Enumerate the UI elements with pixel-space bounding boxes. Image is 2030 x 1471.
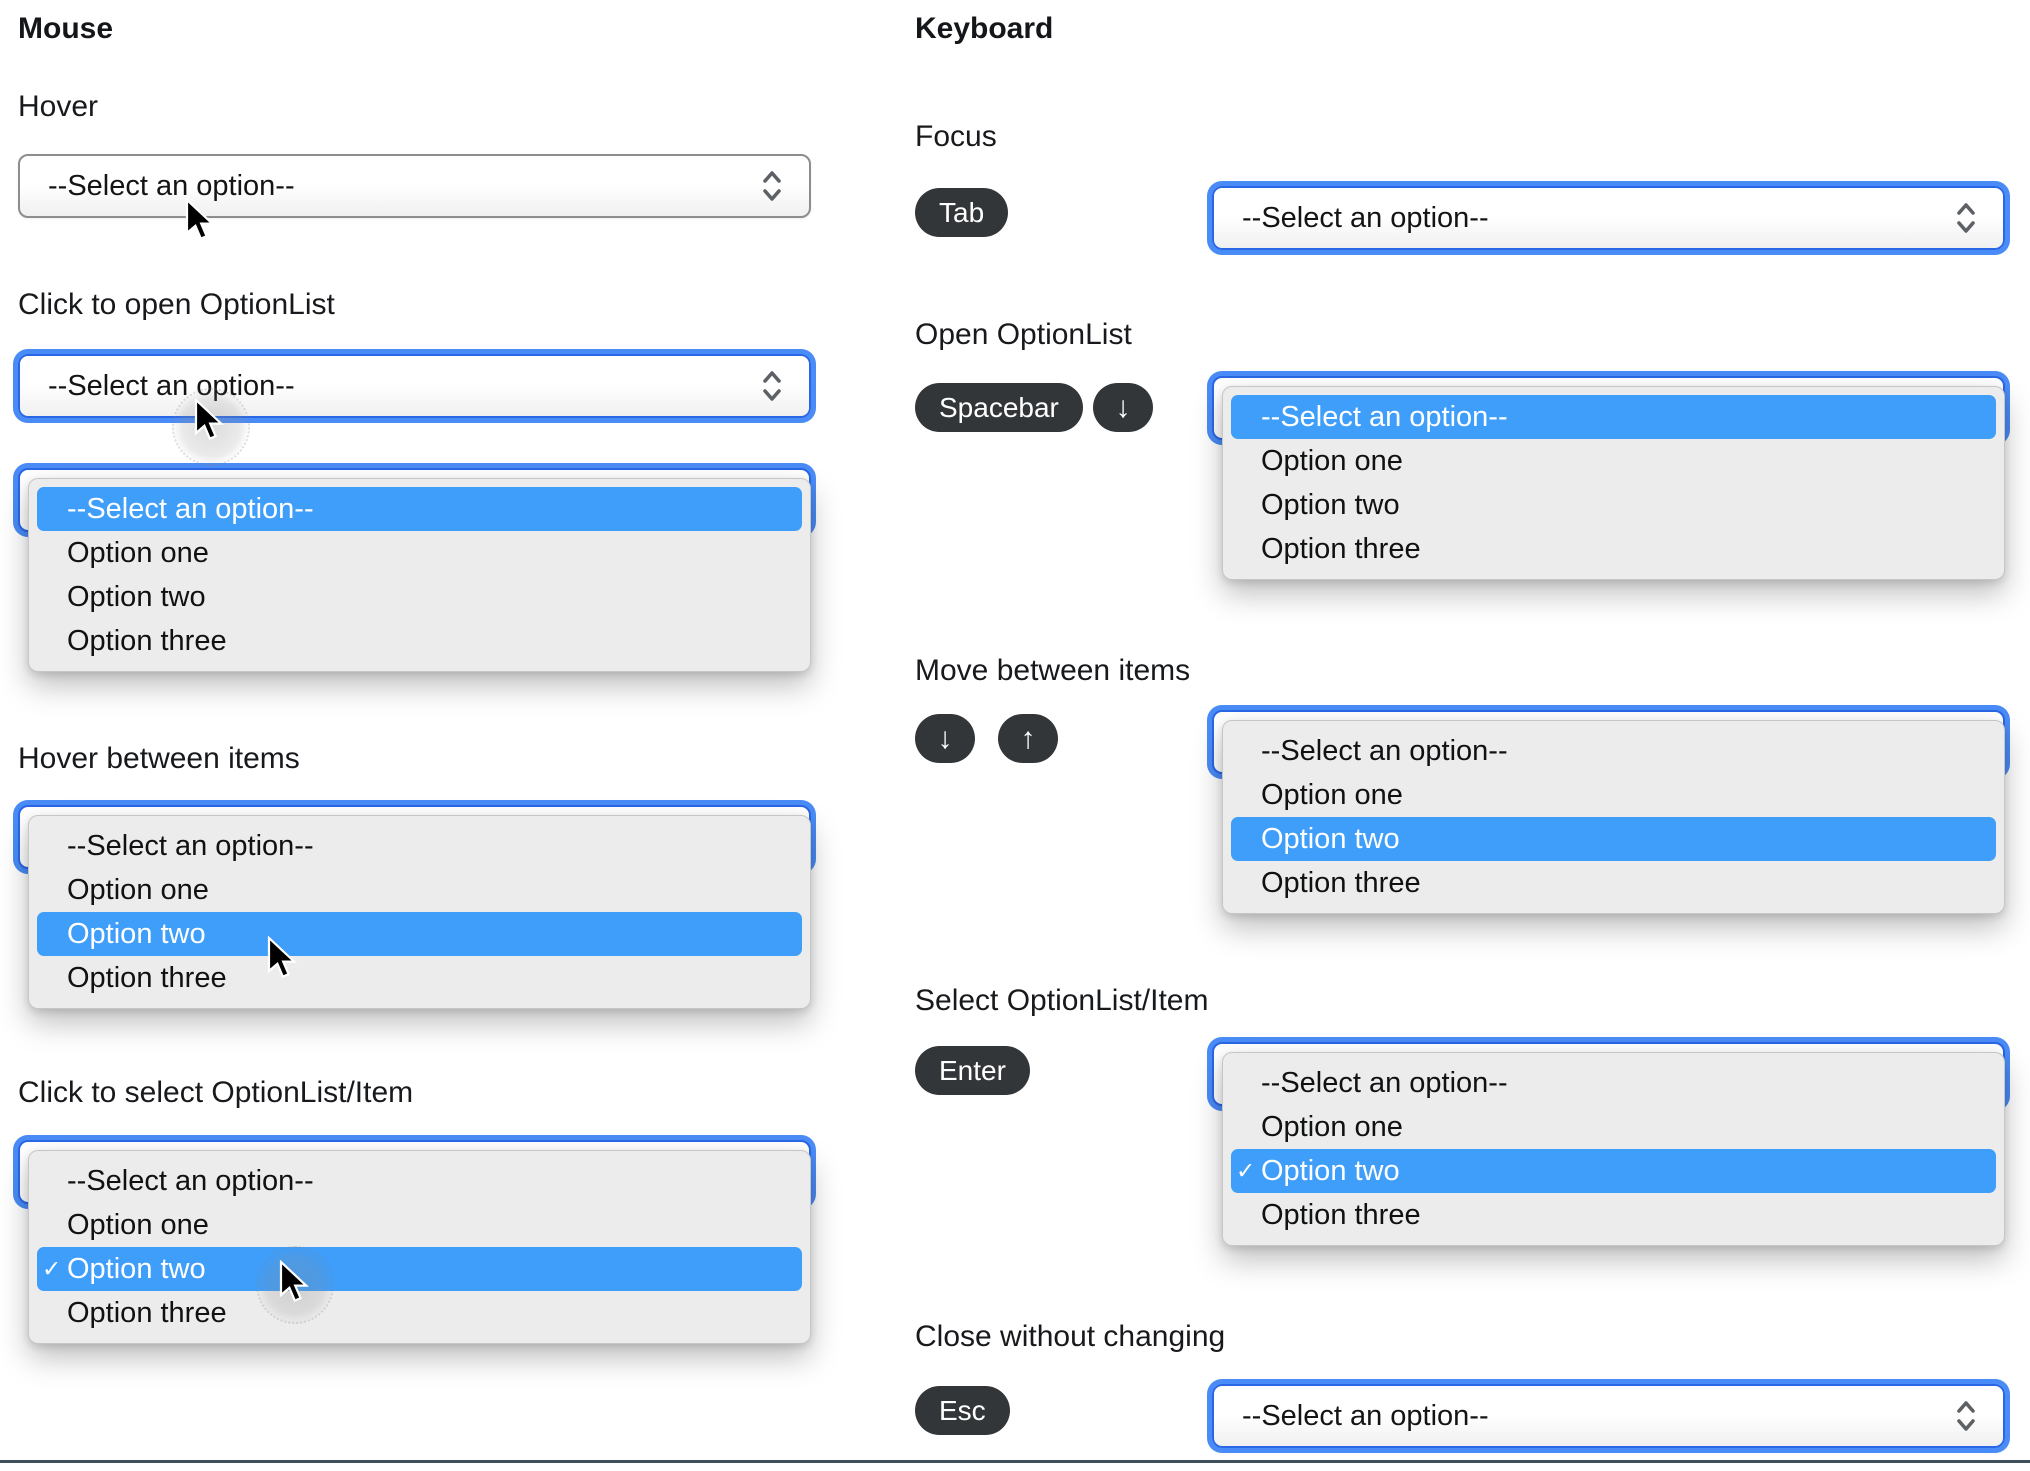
keycap-spacebar: Spacebar <box>915 383 1083 432</box>
open-select-click-select: --Select an option-- Option one ✓ Option… <box>18 1140 815 1352</box>
option-item[interactable]: Option three <box>37 619 802 663</box>
select-value: --Select an option-- <box>48 369 295 402</box>
option-item-selected[interactable]: ✓ Option two <box>37 1247 802 1291</box>
keycap-arrow-down: ↓ <box>915 714 975 763</box>
open-select-keyboard-move: --Select an option-- Option one Option t… <box>1212 710 2009 922</box>
updown-chevron-icon <box>757 367 787 405</box>
option-label: --Select an option-- <box>1261 1066 1508 1099</box>
optionlist-popup: --Select an option-- Option one Option t… <box>28 478 811 672</box>
select-value: --Select an option-- <box>1242 201 1489 234</box>
keycap-esc: Esc <box>915 1386 1010 1435</box>
check-icon: ✓ <box>1236 1157 1256 1184</box>
mouse-cursor-icon <box>265 935 299 982</box>
option-item[interactable]: Option three <box>37 956 802 1000</box>
option-item[interactable]: Option one <box>1231 439 1996 483</box>
optionlist-popup: --Select an option-- Option one Option t… <box>1222 386 2005 580</box>
optionlist-popup: --Select an option-- Option one Option t… <box>1222 720 2005 914</box>
keycap-arrow-up: ↑ <box>998 714 1058 763</box>
option-item-selected[interactable]: ✓ Option two <box>1231 1149 1996 1193</box>
option-label: Option two <box>67 1252 206 1285</box>
section-label-hover-between: Hover between items <box>18 742 300 775</box>
option-label: Option two <box>1261 488 1400 521</box>
select-hover[interactable]: --Select an option-- <box>18 154 811 218</box>
option-label: Option one <box>67 873 209 906</box>
option-label: Option three <box>1261 866 1421 899</box>
mouse-column-title: Mouse <box>18 12 114 45</box>
option-label: Option two <box>67 917 206 950</box>
updown-chevron-icon <box>1951 199 1981 237</box>
option-item[interactable]: Option one <box>1231 1105 1996 1149</box>
option-label: Option one <box>67 1208 209 1241</box>
option-item[interactable]: Option three <box>37 1291 802 1335</box>
select-value: --Select an option-- <box>1242 1399 1489 1432</box>
optionlist-popup: --Select an option-- Option one ✓ Option… <box>28 1150 811 1344</box>
section-label-move: Move between items <box>915 654 1191 687</box>
option-item[interactable]: Option one <box>1231 773 1996 817</box>
option-label: --Select an option-- <box>67 1164 314 1197</box>
check-icon: ✓ <box>42 1255 62 1282</box>
option-label: Option three <box>67 1296 227 1329</box>
option-item[interactable]: Option one <box>37 531 802 575</box>
option-item[interactable]: --Select an option-- <box>37 487 802 531</box>
option-item[interactable]: Option two <box>1231 483 1996 527</box>
page: Mouse Hover --Select an option-- Click t… <box>0 0 2030 1471</box>
open-select-click: --Select an option-- Option one Option t… <box>18 468 815 680</box>
option-item[interactable]: --Select an option-- <box>37 824 802 868</box>
option-label: Option one <box>67 536 209 569</box>
section-label-close: Close without changing <box>915 1320 1226 1353</box>
option-label: Option two <box>1261 1154 1400 1187</box>
section-label-hover: Hover <box>18 90 99 123</box>
updown-chevron-icon <box>1951 1397 1981 1435</box>
select-focused-esc[interactable]: --Select an option-- <box>1212 1384 2005 1448</box>
option-item[interactable]: Option one <box>37 1203 802 1247</box>
option-item[interactable]: Option three <box>1231 1193 1996 1237</box>
open-select-keyboard-select: --Select an option-- Option one ✓ Option… <box>1212 1042 2009 1254</box>
keycap-enter: Enter <box>915 1046 1030 1095</box>
mouse-cursor-icon <box>277 1259 311 1306</box>
section-label-click-select: Click to select OptionList/Item <box>18 1076 414 1109</box>
mouse-cursor-icon <box>183 197 217 244</box>
option-item[interactable]: Option two <box>37 912 802 956</box>
keyboard-column-title: Keyboard <box>915 12 1054 45</box>
option-label: Option one <box>1261 1110 1403 1143</box>
option-item[interactable]: Option one <box>37 868 802 912</box>
option-label: --Select an option-- <box>1261 734 1508 767</box>
option-label: Option three <box>1261 1198 1421 1231</box>
option-item[interactable]: Option two <box>1231 817 1996 861</box>
option-label: Option three <box>1261 532 1421 565</box>
option-label: Option one <box>1261 444 1403 477</box>
option-item[interactable]: --Select an option-- <box>1231 729 1996 773</box>
option-label: --Select an option-- <box>67 492 314 525</box>
option-label: Option one <box>1261 778 1403 811</box>
bottom-divider <box>0 1460 2030 1463</box>
option-item[interactable]: Option three <box>1231 861 1996 905</box>
optionlist-popup: --Select an option-- Option one ✓ Option… <box>1222 1052 2005 1246</box>
option-label: Option two <box>67 580 206 613</box>
updown-chevron-icon <box>757 167 787 205</box>
option-item[interactable]: Option three <box>1231 527 1996 571</box>
section-label-select-item: Select OptionList/Item <box>915 984 1209 1017</box>
option-label: Option three <box>67 624 227 657</box>
option-item[interactable]: Option two <box>37 575 802 619</box>
select-focused-click[interactable]: --Select an option-- <box>18 354 811 418</box>
select-focused-tab[interactable]: --Select an option-- <box>1212 186 2005 250</box>
option-label: --Select an option-- <box>67 829 314 862</box>
optionlist-popup: --Select an option-- Option one Option t… <box>28 815 811 1009</box>
keycap-arrow-down: ↓ <box>1093 383 1153 432</box>
mouse-cursor-icon <box>192 397 226 444</box>
option-label: Option two <box>1261 822 1400 855</box>
option-label: --Select an option-- <box>1261 400 1508 433</box>
option-item[interactable]: --Select an option-- <box>37 1159 802 1203</box>
section-label-click-open: Click to open OptionList <box>18 288 335 321</box>
open-select-keyboard-open: --Select an option-- Option one Option t… <box>1212 376 2009 588</box>
section-label-focus: Focus <box>915 120 997 153</box>
option-item[interactable]: --Select an option-- <box>1231 395 1996 439</box>
open-select-hover-items: --Select an option-- Option one Option t… <box>18 805 815 1017</box>
keycap-tab: Tab <box>915 188 1009 237</box>
option-label: Option three <box>67 961 227 994</box>
section-label-open-optionlist: Open OptionList <box>915 318 1132 351</box>
select-value: --Select an option-- <box>48 169 295 202</box>
option-item[interactable]: --Select an option-- <box>1231 1061 1996 1105</box>
